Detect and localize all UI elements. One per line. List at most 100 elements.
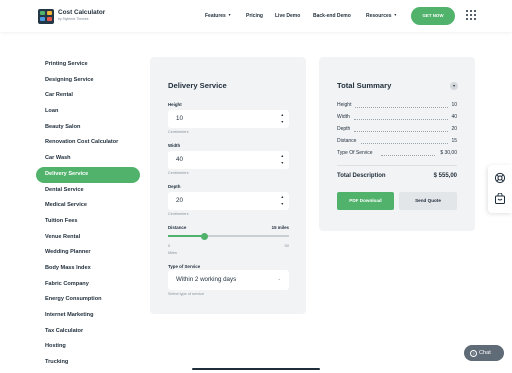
depth-hint: Centimeters: [168, 212, 189, 216]
width-input[interactable]: 40 ▲ ▼: [168, 151, 289, 169]
sidebar-item-tax-calculator[interactable]: Tax Calculator: [36, 324, 140, 340]
chevron-down-icon: ▼: [227, 13, 232, 17]
nav-resources-label: Resources: [366, 13, 392, 19]
service-type-hint: Select type of service: [168, 292, 205, 296]
height-hint: Centimeters: [168, 130, 189, 134]
help-chat-icon: ?: [470, 350, 477, 357]
sidebar-item-internet-marketing[interactable]: Internet Marketing: [36, 308, 140, 324]
distance-slider-handle[interactable]: [200, 232, 208, 240]
distance-slider-fill: [168, 235, 205, 237]
grid-icon[interactable]: [466, 10, 476, 20]
distance-min-label: 0: [168, 243, 171, 248]
nav-pricing[interactable]: Pricing: [246, 13, 263, 19]
summary-row: Type Of Service $ 30,00: [337, 150, 457, 158]
distance-hint: Miles: [168, 251, 177, 255]
total-summary-panel: Total Summary ▼ Height 10 Width 40 Depth…: [319, 57, 475, 231]
brand-title[interactable]: Cost Calculator: [58, 9, 105, 16]
get-now-button[interactable]: GET NOW: [411, 7, 455, 25]
floating-action-bar: [488, 165, 512, 213]
sidebar-item-body-mass-index[interactable]: Body Mass Index: [36, 261, 140, 277]
total-value: $ 555,00: [433, 173, 457, 179]
summary-row-label: Depth: [337, 126, 351, 132]
summary-row-label: Height: [337, 102, 352, 108]
sidebar-item-tuition-fees[interactable]: Tuition Fees: [36, 214, 140, 230]
brand-subtitle: by Stylemix Themes: [58, 17, 89, 21]
sidebar-item-medical-service[interactable]: Medical Service: [36, 198, 140, 214]
summary-row: Width 40: [337, 114, 457, 122]
sidebar-item-venue-rental[interactable]: Venue Rental: [36, 230, 140, 246]
sidebar-item-beauty-salon[interactable]: Beauty Salon: [36, 120, 140, 136]
summary-divider: [337, 165, 457, 166]
summary-total: Total Description $ 555,00: [337, 173, 457, 179]
chat-button[interactable]: ? Chat: [464, 345, 504, 361]
sidebar-item-car-wash[interactable]: Car Wash: [36, 151, 140, 167]
sidebar-item-wedding-planner[interactable]: Wedding Planner: [36, 245, 140, 261]
sidebar-item-fabric-company[interactable]: Fabric Company: [36, 277, 140, 293]
dotted-leader: [354, 131, 448, 132]
width-label: Width: [168, 143, 181, 148]
calculator-sidebar: Printing Service Designing Service Car R…: [36, 57, 140, 371]
summary-toggle-button[interactable]: ▼: [450, 82, 458, 90]
summary-row-value: 40: [451, 114, 457, 120]
summary-row: Height 10: [337, 102, 457, 110]
summary-row: Distance 15: [337, 138, 457, 146]
home-indicator: [192, 368, 320, 370]
depth-input[interactable]: 20 ▲ ▼: [168, 192, 289, 210]
sidebar-item-trucking[interactable]: Trucking: [36, 355, 140, 371]
service-type-label: Type of Service: [168, 264, 201, 269]
dotted-leader: [354, 119, 448, 120]
spin-up-icon[interactable]: ▲: [280, 113, 284, 117]
distance-max-label: 50: [284, 243, 289, 248]
summary-row-label: Distance: [337, 138, 357, 144]
lifebuoy-icon[interactable]: [494, 172, 506, 184]
chevron-down-icon: ⌄: [277, 276, 281, 281]
summary-row-value: 20: [451, 126, 457, 132]
nav-pricing-label: Pricing: [246, 13, 263, 19]
width-value: 40: [176, 156, 183, 163]
summary-row-label: Width: [337, 114, 350, 120]
total-label: Total Description: [337, 173, 386, 179]
sidebar-item-dental-service[interactable]: Dental Service: [36, 183, 140, 199]
dotted-leader: [355, 107, 448, 108]
nav-features[interactable]: Features ▼: [205, 13, 231, 19]
depth-value: 20: [176, 197, 183, 204]
dotted-leader: [361, 143, 448, 144]
spin-down-icon[interactable]: ▼: [280, 161, 284, 165]
nav-resources[interactable]: Resources ▼: [366, 13, 397, 19]
chat-label: Chat: [479, 350, 491, 356]
nav-live-demo-label: Live Demo: [275, 13, 301, 19]
height-value: 10: [176, 115, 183, 122]
spin-down-icon[interactable]: ▼: [280, 120, 284, 124]
height-label: Height: [168, 102, 182, 107]
spin-up-icon[interactable]: ▲: [280, 154, 284, 158]
spin-down-icon[interactable]: ▼: [280, 202, 284, 206]
summary-row-label: Type Of Service: [337, 150, 373, 156]
nav-live-demo[interactable]: Live Demo: [275, 13, 300, 19]
chevron-down-icon: ▼: [452, 83, 456, 88]
sidebar-item-car-rental[interactable]: Car Rental: [36, 88, 140, 104]
depth-label: Depth: [168, 184, 181, 189]
site-header: Cost Calculator by Stylemix Themes Featu…: [0, 0, 512, 32]
send-quote-button[interactable]: Send Quote: [399, 192, 457, 210]
cart-icon[interactable]: [494, 193, 506, 205]
distance-label: Distance: [168, 225, 187, 230]
summary-row-value: $ 30,00: [440, 150, 457, 156]
service-type-select[interactable]: Within 2 working days ⌄: [168, 270, 289, 290]
sidebar-item-delivery-service[interactable]: Delivery Service: [36, 166, 140, 183]
distance-slider[interactable]: [168, 232, 289, 240]
calculator-form-panel: Delivery Service Height 10 ▲ ▼ Centimete…: [150, 57, 306, 314]
sidebar-item-loan[interactable]: Loan: [36, 104, 140, 120]
summary-title: Total Summary: [337, 81, 392, 90]
sidebar-item-hosting[interactable]: Hosting: [36, 339, 140, 355]
spin-up-icon[interactable]: ▲: [280, 195, 284, 199]
height-input[interactable]: 10 ▲ ▼: [168, 110, 289, 128]
logo-icon[interactable]: [38, 9, 54, 24]
dotted-leader: [381, 155, 435, 156]
sidebar-item-printing-service[interactable]: Printing Service: [36, 57, 140, 73]
nav-backend-demo[interactable]: Back-end Demo: [313, 13, 351, 19]
sidebar-item-renovation[interactable]: Renovation Cost Calculator: [36, 135, 140, 151]
sidebar-item-energy-consumption[interactable]: Energy Consumption: [36, 292, 140, 308]
sidebar-item-designing-service[interactable]: Designing Service: [36, 73, 140, 89]
distance-value-text: 15 miles: [271, 225, 289, 230]
pdf-download-button[interactable]: PDF Download: [337, 192, 394, 210]
